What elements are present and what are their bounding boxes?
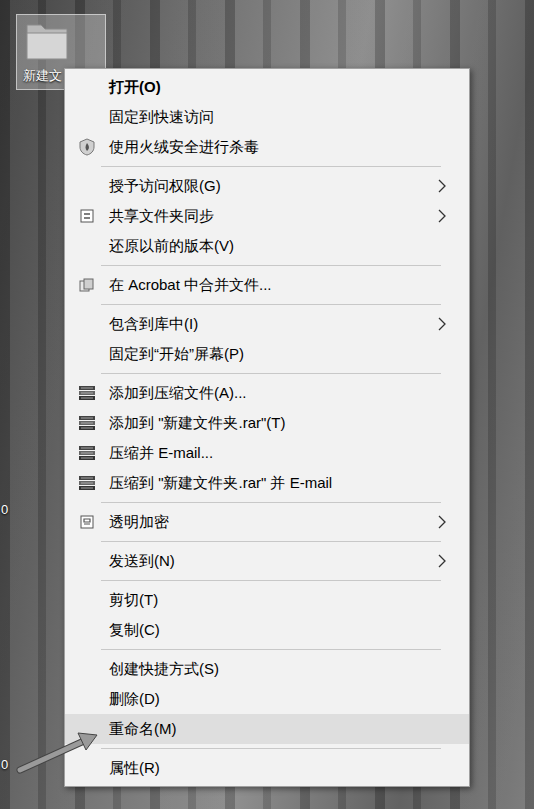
menu-separator bbox=[101, 166, 441, 167]
menu-item-label: 属性(R) bbox=[109, 758, 437, 778]
menu-item[interactable]: 授予访问权限(G) bbox=[65, 171, 469, 201]
menu-item[interactable]: 剪切(T) bbox=[65, 585, 469, 615]
menu-item-label: 固定到“开始”屏幕(P) bbox=[109, 344, 437, 364]
menu-separator bbox=[101, 373, 441, 374]
chevron-right-icon bbox=[437, 178, 447, 194]
folder-icon bbox=[23, 19, 71, 63]
menu-item[interactable]: 删除(D) bbox=[65, 684, 469, 714]
menu-item-label: 包含到库中(I) bbox=[109, 314, 437, 334]
menu-item[interactable]: 添加到压缩文件(A)... bbox=[65, 378, 469, 408]
menu-item[interactable]: 包含到库中(I) bbox=[65, 309, 469, 339]
menu-item[interactable]: 重命名(M) bbox=[65, 714, 469, 744]
chevron-right-icon bbox=[437, 553, 447, 569]
menu-item-label: 授予访问权限(G) bbox=[109, 176, 437, 196]
menu-item[interactable]: 创建快捷方式(S) bbox=[65, 654, 469, 684]
menu-separator bbox=[101, 748, 441, 749]
menu-item[interactable]: 使用火绒安全进行杀毒 bbox=[65, 132, 469, 162]
menu-item[interactable]: 共享文件夹同步 bbox=[65, 201, 469, 231]
acrobat-icon bbox=[79, 278, 95, 292]
menu-item-icon-cell bbox=[65, 209, 109, 223]
menu-item-label: 发送到(N) bbox=[109, 551, 437, 571]
menu-item-label: 压缩并 E-mail... bbox=[109, 443, 437, 463]
menu-item-label: 透明加密 bbox=[109, 512, 437, 532]
menu-item-label: 删除(D) bbox=[109, 689, 437, 709]
desktop-label-fragment: 0 bbox=[1, 502, 8, 517]
menu-item[interactable]: 还原以前的版本(V) bbox=[65, 231, 469, 261]
menu-item-label: 复制(C) bbox=[109, 620, 437, 640]
menu-item[interactable]: 属性(R) bbox=[65, 753, 469, 783]
context-menu: 打开(O) 固定到快速访问使用火绒安全进行杀毒授予访问权限(G) 共享文件夹同步还原… bbox=[64, 68, 470, 787]
menu-item-icon-cell bbox=[65, 475, 109, 491]
menu-item-label: 创建快捷方式(S) bbox=[109, 659, 437, 679]
menu-item-icon-cell bbox=[65, 415, 109, 431]
submenu-arrow-cell bbox=[437, 208, 469, 224]
menu-item[interactable]: 添加到 "新建文件夹.rar"(T) bbox=[65, 408, 469, 438]
menu-item-label: 还原以前的版本(V) bbox=[109, 236, 437, 256]
menu-item-label: 共享文件夹同步 bbox=[109, 206, 437, 226]
menu-item[interactable]: 透明加密 bbox=[65, 507, 469, 537]
menu-item-icon-cell bbox=[65, 385, 109, 401]
menu-item-label: 使用火绒安全进行杀毒 bbox=[109, 137, 437, 157]
submenu-arrow-cell bbox=[437, 514, 469, 530]
menu-item-icon-cell bbox=[65, 445, 109, 461]
desktop-icon-label: 新建文 bbox=[23, 67, 62, 85]
menu-item-icon-cell bbox=[65, 515, 109, 529]
chevron-right-icon bbox=[437, 514, 447, 530]
menu-item-icon-cell bbox=[65, 138, 109, 156]
menu-item[interactable]: 压缩并 E-mail... bbox=[65, 438, 469, 468]
submenu-arrow-cell bbox=[437, 553, 469, 569]
menu-item-label: 添加到压缩文件(A)... bbox=[109, 383, 437, 403]
menu-item-label: 剪切(T) bbox=[109, 590, 437, 610]
menu-item-label: 压缩到 "新建文件夹.rar" 并 E-mail bbox=[109, 473, 437, 493]
submenu-arrow-cell bbox=[437, 178, 469, 194]
menu-item-label: 打开(O) bbox=[109, 77, 437, 97]
menu-item[interactable]: 固定到快速访问 bbox=[65, 102, 469, 132]
menu-separator bbox=[101, 541, 441, 542]
archive-icon bbox=[78, 475, 96, 491]
menu-item-label: 固定到快速访问 bbox=[109, 107, 437, 127]
menu-item-label: 重命名(M) bbox=[109, 719, 437, 739]
chevron-right-icon bbox=[437, 208, 447, 224]
menu-item-label: 在 Acrobat 中合并文件... bbox=[109, 275, 437, 295]
menu-item[interactable]: 打开(O) bbox=[65, 72, 469, 102]
menu-separator bbox=[101, 502, 441, 503]
menu-item-label: 添加到 "新建文件夹.rar"(T) bbox=[109, 413, 437, 433]
menu-item-icon-cell bbox=[65, 278, 109, 292]
annotation-arrow-icon bbox=[0, 700, 120, 790]
submenu-arrow-cell bbox=[437, 316, 469, 332]
menu-separator bbox=[101, 265, 441, 266]
desktop: 新建文 0 0 打开(O) 固定到快速访问使用火绒安全进行杀毒授予访问权限(G) 共享文件… bbox=[0, 0, 534, 809]
menu-separator bbox=[101, 304, 441, 305]
archive-icon bbox=[78, 415, 96, 431]
shield-icon bbox=[79, 138, 95, 156]
menu-item[interactable]: 压缩到 "新建文件夹.rar" 并 E-mail bbox=[65, 468, 469, 498]
menu-item[interactable]: 复制(C) bbox=[65, 615, 469, 645]
menu-item[interactable]: 固定到“开始”屏幕(P) bbox=[65, 339, 469, 369]
archive-icon bbox=[78, 385, 96, 401]
encrypt-icon bbox=[80, 515, 94, 529]
desktop-label-fragment: 0 bbox=[1, 757, 8, 772]
menu-item[interactable]: 在 Acrobat 中合并文件... bbox=[65, 270, 469, 300]
sync-icon bbox=[80, 209, 94, 223]
chevron-right-icon bbox=[437, 316, 447, 332]
menu-separator bbox=[101, 580, 441, 581]
menu-item[interactable]: 发送到(N) bbox=[65, 546, 469, 576]
menu-separator bbox=[101, 649, 441, 650]
archive-icon bbox=[78, 445, 96, 461]
